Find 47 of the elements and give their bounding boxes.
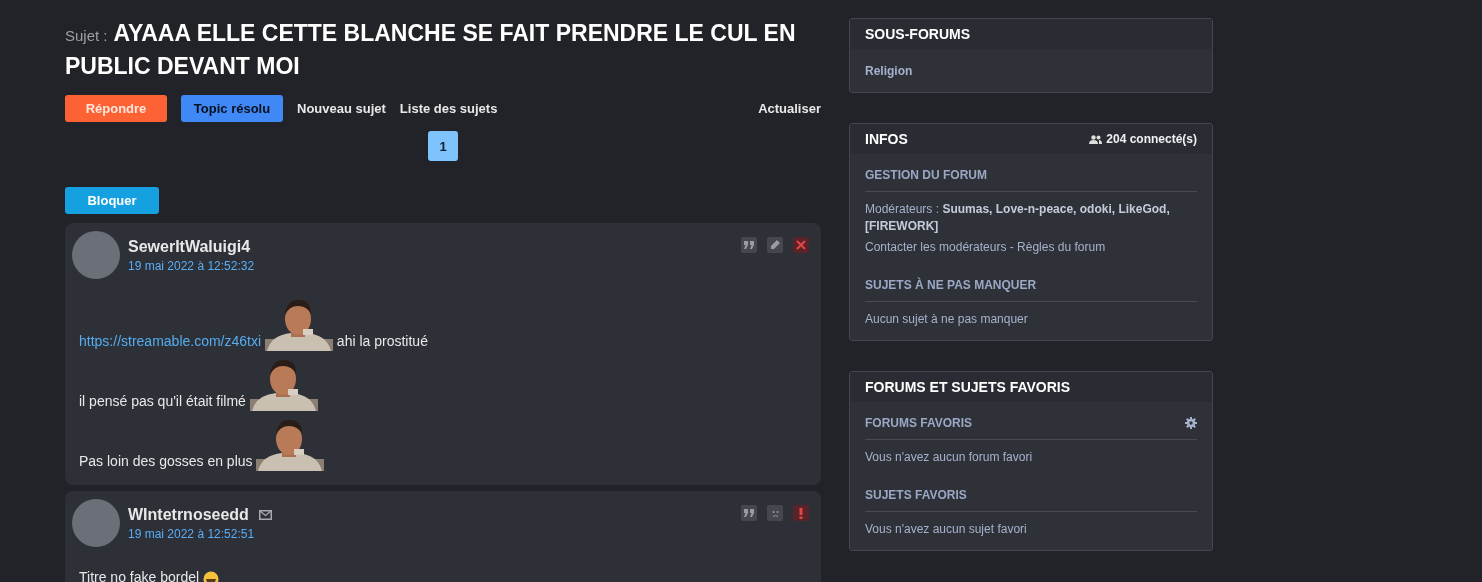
quote-button[interactable] [741, 237, 757, 253]
section-heading: FORUMS FAVORIS [865, 416, 973, 430]
section-heading: SUJETS À NE PAS MANQUER [865, 278, 1037, 292]
edit-button[interactable] [767, 237, 783, 253]
exclamation-icon [799, 507, 803, 519]
nav-link[interactable]: Nouveau sujet [297, 95, 386, 122]
online-count: 204 connecté(s) [1106, 132, 1197, 146]
post-date[interactable]: 19 mai 2022 à 12:52:51 [128, 527, 733, 541]
separator-text: - [1009, 240, 1014, 254]
info-link[interactable]: Règles du forum [1017, 240, 1106, 254]
section-heading: GESTION DU FORUM [865, 168, 987, 182]
resolved-button[interactable]: Topic résolu [181, 95, 283, 122]
avatar[interactable] [72, 231, 120, 279]
card-title: INFOS [865, 131, 908, 147]
info-text: Vous n'avez aucun sujet favori [865, 521, 1028, 538]
topic-title: Sujet : AYAAA ELLE CETTE BLANCHE SE FAIT PRENDRE LE CUL EN PUBLIC DEVANT MOI [65, 19, 797, 81]
sad-face-button[interactable] [767, 505, 783, 521]
card-title: SOUS-FORUMS [865, 26, 970, 42]
info-link[interactable]: Contacter les modérateurs [865, 240, 1007, 254]
post-link[interactable]: https://streamable.com/z46txi [79, 333, 262, 349]
author-name[interactable]: WIntetrnoseedd [128, 506, 249, 524]
quote-icon [744, 509, 754, 517]
info-text: Aucun sujet à ne pas manquer [865, 311, 1029, 328]
card-title: FORUMS ET SUJETS FAVORIS [865, 379, 1071, 395]
moderators-text: Modérateurs : Suumas, Love-n-peace, odoki, LikeGod, [FIREWORK] [865, 201, 1171, 235]
nav-link[interactable]: Liste des sujets [399, 95, 498, 122]
settings-icon[interactable] [1185, 417, 1197, 429]
section-heading: SUJETS FAVORIS [865, 488, 967, 502]
avatar[interactable] [72, 499, 120, 547]
close-icon [796, 240, 806, 250]
quote-button[interactable] [741, 505, 757, 521]
refresh-link[interactable]: Actualiser [758, 95, 821, 122]
delete-button[interactable] [793, 237, 809, 253]
users-icon [1089, 134, 1103, 144]
post-text: Titre no fake bordel [79, 569, 200, 582]
author-name[interactable]: SewerItWaluigi4 [128, 238, 251, 256]
mail-icon[interactable] [258, 510, 272, 520]
post-text: ahi la prostitué [336, 333, 428, 349]
post-date[interactable]: 19 mai 2022 à 12:52:32 [128, 259, 733, 273]
subforum-link[interactable]: Religion [865, 64, 913, 78]
post-text: Pas loin des gosses en plus [79, 453, 253, 469]
pencil-icon [770, 240, 780, 250]
post-text: il pensé pas qu'il était filmé [79, 393, 246, 409]
quote-icon [744, 241, 754, 249]
report-button[interactable] [793, 505, 809, 521]
info-text: Vous n'avez aucun forum favori [865, 449, 1034, 466]
page-button[interactable]: 1 [428, 131, 458, 161]
